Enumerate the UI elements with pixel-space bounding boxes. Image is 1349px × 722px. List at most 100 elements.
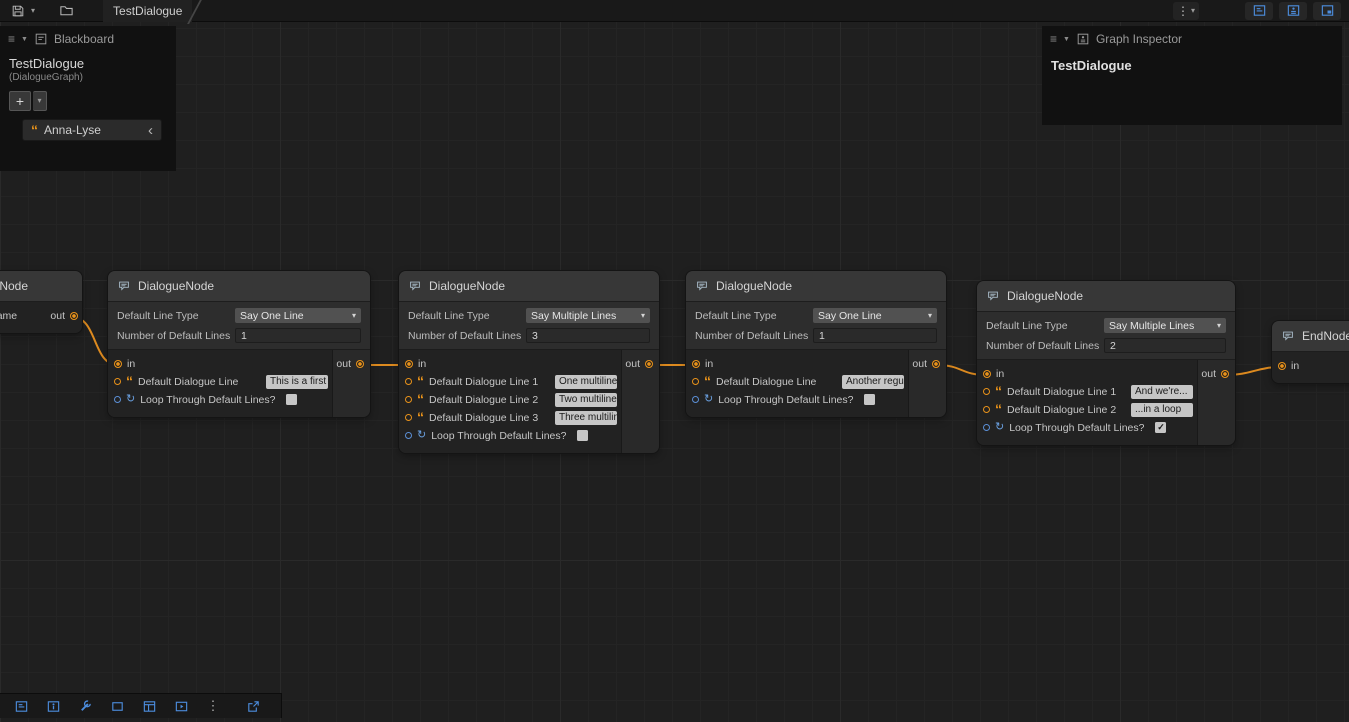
node-dialogue-2[interactable]: DialogueNode Default Line Type Say Multi… <box>399 271 659 453</box>
save-button[interactable] <box>8 2 28 20</box>
output-port[interactable] <box>1221 370 1229 378</box>
hamburger-icon[interactable]: ≡ <box>1050 32 1057 46</box>
more-options-button[interactable]: ⋮ <box>200 697 226 716</box>
board-grid-icon <box>142 699 157 714</box>
line-port[interactable] <box>983 388 990 395</box>
inspector-toggle-button[interactable] <box>1279 2 1307 20</box>
blackboard-toggle-button[interactable] <box>1245 2 1273 20</box>
line-text-field[interactable]: ...in a loop <box>1131 403 1193 417</box>
line-text-field[interactable]: Three multilin <box>555 411 617 425</box>
asset-tab[interactable]: TestDialogue <box>103 0 192 22</box>
inspector-graph-name: TestDialogue <box>1042 52 1342 79</box>
input-port[interactable] <box>983 370 991 378</box>
line-port[interactable] <box>114 378 121 385</box>
line-text-field[interactable]: Two multiline <box>555 393 617 407</box>
preview-button[interactable] <box>168 697 194 716</box>
panel-title: Graph Inspector <box>1096 32 1182 46</box>
line-port[interactable] <box>983 406 990 413</box>
line-port[interactable] <box>405 414 412 421</box>
num-lines-field[interactable]: 1 <box>813 328 937 343</box>
add-property-button[interactable]: + <box>9 91 31 111</box>
node-end[interactable]: EndNode in <box>1272 321 1349 383</box>
loop-port[interactable] <box>983 424 990 431</box>
port-label-out: out <box>912 358 927 370</box>
quote-icon: “ <box>995 387 1002 395</box>
minimap-toggle-button[interactable] <box>1313 2 1341 20</box>
check-icon: ✓ <box>1157 423 1165 432</box>
loop-port[interactable] <box>405 432 412 439</box>
frame-button[interactable] <box>104 697 130 716</box>
loop-checkbox[interactable] <box>864 394 875 405</box>
output-port[interactable] <box>645 360 653 368</box>
port-label-in: in <box>418 358 426 370</box>
node-title: DialogueNode <box>716 279 792 293</box>
num-lines-field[interactable]: 1 <box>235 328 361 343</box>
line-text-field[interactable]: And we're... <box>1131 385 1193 399</box>
port-label-out: out <box>50 310 65 322</box>
caret-down-icon: ▾ <box>37 97 41 105</box>
minimap-toggle-icon <box>1320 3 1335 18</box>
output-port[interactable] <box>932 360 940 368</box>
loop-checkbox[interactable] <box>286 394 297 405</box>
loop-checkbox[interactable]: ✓ <box>1155 422 1166 433</box>
output-port[interactable] <box>70 312 78 320</box>
open-asset-button[interactable] <box>56 2 77 20</box>
bottom-toolbar: ⋮ <box>0 693 282 718</box>
loop-label: Loop Through Default Lines? <box>431 430 566 442</box>
foldout-icon[interactable]: ▼ <box>1063 36 1070 43</box>
input-port[interactable] <box>114 360 122 368</box>
line-type-dropdown[interactable]: Say Multiple Lines ▾ <box>526 308 650 323</box>
input-port[interactable] <box>692 360 700 368</box>
line-type-dropdown[interactable]: Say Multiple Lines ▾ <box>1104 318 1226 333</box>
add-property-dropdown[interactable]: ▾ <box>33 91 47 111</box>
wrench-icon <box>78 699 93 714</box>
graph-inspector-header[interactable]: ≡ ▼ Graph Inspector <box>1042 26 1342 52</box>
line-port[interactable] <box>405 396 412 403</box>
input-port[interactable] <box>405 360 413 368</box>
line-label: Default Dialogue Line 1 <box>1007 386 1116 398</box>
quote-icon: “ <box>417 413 424 421</box>
kebab-icon: ⋮ <box>207 698 220 714</box>
num-lines-field[interactable]: 2 <box>1104 338 1226 353</box>
collapse-chevron-icon[interactable]: ‹ <box>148 123 153 138</box>
blackboard-property-row[interactable]: “ Anna-Lyse ‹ <box>22 119 162 141</box>
port-label-in: in <box>996 368 1004 380</box>
line-port[interactable] <box>405 378 412 385</box>
field-value: 2 <box>1110 340 1116 352</box>
hamburger-icon[interactable]: ≡ <box>8 32 15 46</box>
loop-port[interactable] <box>114 396 121 403</box>
tools-button[interactable] <box>72 697 98 716</box>
num-lines-field[interactable]: 3 <box>526 328 650 343</box>
loop-port[interactable] <box>692 396 699 403</box>
node-dialogue-3[interactable]: DialogueNode Default Line Type Say One L… <box>686 271 946 417</box>
line-label: Default Dialogue Line 1 <box>429 376 538 388</box>
line-port[interactable] <box>692 378 699 385</box>
inspector-panel-button[interactable] <box>40 697 66 716</box>
board-button[interactable] <box>136 697 162 716</box>
quote-icon: “ <box>126 377 133 385</box>
node-title-bar: StartNode <box>0 271 82 302</box>
blackboard-panel-button[interactable] <box>8 697 34 716</box>
node-start[interactable]: StartNode SpeakerName out <box>0 271 82 333</box>
blackboard-header[interactable]: ≡ ▼ Blackboard <box>0 26 176 52</box>
open-external-button[interactable] <box>240 697 266 716</box>
output-port[interactable] <box>356 360 364 368</box>
loop-checkbox[interactable] <box>577 430 588 441</box>
line-text-field[interactable]: Another regu <box>842 375 904 389</box>
loop-icon: ↻ <box>126 394 135 405</box>
line-type-dropdown[interactable]: Say One Line ▾ <box>813 308 937 323</box>
dialogue-node-icon <box>986 289 1000 303</box>
prop-label: Default Line Type <box>408 310 526 322</box>
input-port[interactable] <box>1278 362 1286 370</box>
save-options-dropdown[interactable]: ▾ <box>28 2 38 20</box>
quote-icon: “ <box>704 377 711 385</box>
line-type-dropdown[interactable]: Say One Line ▾ <box>235 308 361 323</box>
node-dialogue-4[interactable]: DialogueNode Default Line Type Say Multi… <box>977 281 1235 445</box>
node-title-bar: DialogueNode <box>399 271 659 302</box>
node-dialogue-1[interactable]: DialogueNode Default Line Type Say One L… <box>108 271 370 417</box>
line-text-field[interactable]: This is a first <box>266 375 328 389</box>
port-label-out: out <box>1201 368 1216 380</box>
foldout-icon[interactable]: ▼ <box>21 36 28 43</box>
overflow-menu-button[interactable]: ⋮ ▾ <box>1173 2 1199 20</box>
line-text-field[interactable]: One multiline <box>555 375 617 389</box>
